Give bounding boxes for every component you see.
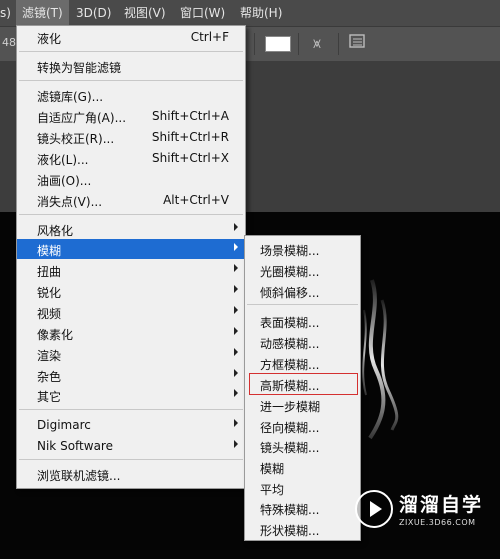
submenu-item-blur[interactable]: 模糊 xyxy=(245,457,360,477)
submenu-item-lens-blur[interactable]: 镜头模糊... xyxy=(245,436,360,456)
submenu-arrow-icon xyxy=(234,389,238,397)
menu-separator xyxy=(19,409,243,410)
submenu-arrow-icon xyxy=(234,440,238,448)
submenu-arrow-icon xyxy=(234,243,238,251)
toolbar-divider xyxy=(254,33,255,55)
toolbar-value: 48 xyxy=(2,36,16,49)
menu-item-pixelate[interactable]: 像素化 xyxy=(17,323,245,343)
blur-submenu: 场景模糊... 光圈模糊... 倾斜偏移... 表面模糊... 动感模糊... … xyxy=(244,235,361,541)
menu-item-stylize[interactable]: 风格化 xyxy=(17,219,245,239)
menu-item-adaptive-wide-angle[interactable]: 自适应广角(A)... Shift+Ctrl+A xyxy=(17,106,245,126)
menu-item-noise[interactable]: 杂色 xyxy=(17,365,245,385)
menu-item-render[interactable]: 渲染 xyxy=(17,344,245,364)
submenu-arrow-icon xyxy=(234,369,238,377)
menu-item-distort[interactable]: 扭曲 xyxy=(17,260,245,280)
submenu-item-average[interactable]: 平均 xyxy=(245,478,360,498)
toolbar-divider xyxy=(338,33,339,55)
submenu-item-radial-blur[interactable]: 径向模糊... xyxy=(245,416,360,436)
menu-item-nik-software[interactable]: Nik Software xyxy=(17,436,245,456)
submenu-item-surface-blur[interactable]: 表面模糊... xyxy=(245,311,360,331)
submenu-item-blur-more[interactable]: 进一步模糊 xyxy=(245,395,360,415)
submenu-item-field-blur[interactable]: 场景模糊... xyxy=(245,239,360,259)
submenu-arrow-icon xyxy=(234,327,238,335)
submenu-item-tilt-shift[interactable]: 倾斜偏移... xyxy=(245,281,360,301)
menu-view[interactable]: 视图(V) xyxy=(124,0,166,26)
menu-separator xyxy=(19,51,243,52)
menu-item-oil-paint[interactable]: 油画(O)... xyxy=(17,169,245,189)
menu-item-filter-gallery[interactable]: 滤镜库(G)... xyxy=(17,85,245,105)
menu-separator xyxy=(19,459,243,460)
menu-item-sharpen[interactable]: 锐化 xyxy=(17,281,245,301)
watermark: 溜溜自学 ZIXUE.3D66.COM xyxy=(355,490,481,536)
menu-help[interactable]: 帮助(H) xyxy=(240,0,282,26)
menu-item-liquify[interactable]: 液化(L)... Shift+Ctrl+X xyxy=(17,148,245,168)
submenu-item-iris-blur[interactable]: 光圈模糊... xyxy=(245,260,360,280)
submenu-arrow-icon xyxy=(234,348,238,356)
menu-item-lens-correction[interactable]: 镜头校正(R)... Shift+Ctrl+R xyxy=(17,127,245,147)
menu-separator xyxy=(247,304,358,305)
menu-item-last-filter[interactable]: 液化 Ctrl+F xyxy=(17,27,245,47)
menu-bar: s) 滤镜(T) 3D(D) 视图(V) 窗口(W) 帮助(H) xyxy=(0,0,500,27)
menu-item-browse-online-filters[interactable]: 浏览联机滤镜... xyxy=(17,464,245,484)
submenu-arrow-icon xyxy=(234,419,238,427)
submenu-item-box-blur[interactable]: 方框模糊... xyxy=(245,353,360,373)
menu-item-video[interactable]: 视频 xyxy=(17,302,245,322)
gaussian-blur-callout xyxy=(249,373,358,395)
menu-item-other[interactable]: 其它 xyxy=(17,385,245,405)
menu-item-blur[interactable]: 模糊 xyxy=(17,239,245,259)
submenu-item-motion-blur[interactable]: 动感模糊... xyxy=(245,332,360,352)
warp-text-icon[interactable]: ⩙ xyxy=(307,34,327,54)
panel-toggle-icon[interactable] xyxy=(347,34,367,54)
color-swatch[interactable] xyxy=(265,36,291,52)
submenu-arrow-icon xyxy=(234,223,238,231)
submenu-item-smart-blur[interactable]: 特殊模糊... xyxy=(245,498,360,518)
submenu-arrow-icon xyxy=(234,264,238,272)
play-logo-icon xyxy=(355,490,393,528)
submenu-arrow-icon xyxy=(234,306,238,314)
submenu-arrow-icon xyxy=(234,285,238,293)
menu-3d[interactable]: 3D(D) xyxy=(76,0,111,26)
watermark-title: 溜溜自学 xyxy=(399,494,484,516)
menu-separator xyxy=(19,214,243,215)
menu-item-vanishing-point[interactable]: 消失点(V)... Alt+Ctrl+V xyxy=(17,190,245,210)
filter-menu: 液化 Ctrl+F 转换为智能滤镜 滤镜库(G)... 自适应广角(A)... Sh… xyxy=(16,25,246,489)
menu-select[interactable]: s) xyxy=(0,0,14,26)
menu-filter[interactable]: 滤镜(T) xyxy=(16,0,69,26)
menu-item-convert-smart-filter[interactable]: 转换为智能滤镜 xyxy=(17,56,245,76)
menu-separator xyxy=(19,80,243,81)
watermark-url: ZIXUE.3D66.COM xyxy=(399,518,476,527)
menu-window[interactable]: 窗口(W) xyxy=(180,0,225,26)
menu-item-digimarc[interactable]: Digimarc xyxy=(17,415,245,435)
submenu-item-shape-blur[interactable]: 形状模糊... xyxy=(245,519,360,539)
toolbar-divider xyxy=(298,33,299,55)
